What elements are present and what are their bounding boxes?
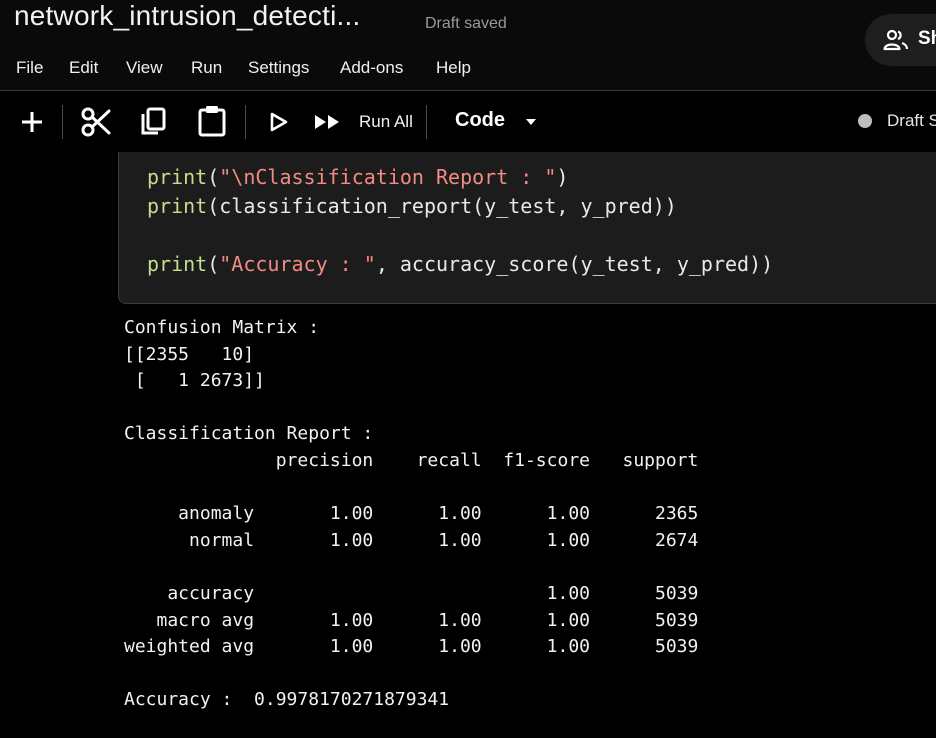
menu-help[interactable]: Help (436, 58, 471, 78)
menu-file[interactable]: File (16, 58, 43, 78)
scissors-icon[interactable] (80, 106, 112, 143)
toolbar-divider (426, 105, 427, 139)
code-line[interactable]: print(classification_report(y_test, y_pr… (147, 194, 677, 218)
notebook-header: network_intrusion_detecti... Draft saved… (0, 0, 936, 90)
menu-add-ons[interactable]: Add-ons (340, 58, 403, 78)
code-string: "Accuracy : " (219, 252, 376, 276)
menu-edit[interactable]: Edit (69, 58, 98, 78)
play-icon[interactable] (268, 111, 290, 138)
menu-view[interactable]: View (126, 58, 163, 78)
copy-icon[interactable] (139, 105, 169, 142)
clipboard-icon[interactable] (196, 104, 228, 143)
people-icon (883, 29, 909, 56)
code-args: ("\nClassification Report : ") (207, 165, 569, 189)
chevron-down-icon[interactable] (526, 119, 536, 125)
code-line[interactable]: print("Accuracy : ", accuracy_score(y_te… (147, 252, 773, 276)
notebook-toolbar: Run All Code Draft S (0, 90, 936, 153)
plus-icon[interactable] (20, 110, 44, 139)
code-string: "\nClassification Report : " (219, 165, 557, 189)
menu-run[interactable]: Run (191, 58, 222, 78)
code-fn: print (147, 194, 208, 218)
code-line[interactable]: print("\nClassification Report : ") (147, 165, 568, 189)
menu-settings[interactable]: Settings (248, 58, 309, 78)
code-fn: print (147, 165, 208, 189)
kernel-status: Draft S (887, 111, 936, 130)
toolbar-divider (62, 105, 63, 139)
share-button[interactable]: Sh (865, 14, 936, 66)
code-fn: print (147, 252, 208, 276)
share-label: Sh (918, 28, 936, 49)
cell-type-dropdown[interactable]: Code (455, 109, 505, 132)
code-args: (classification_report(y_test, y_pred)) (207, 194, 677, 218)
cell-output: Confusion Matrix : [[2355 10] [ 1 2673]]… (124, 317, 699, 711)
run-all-button[interactable]: Run All (359, 112, 413, 132)
notebook-title[interactable]: network_intrusion_detecti... (14, 0, 360, 32)
status-dot-icon (858, 114, 872, 128)
save-status: Draft saved (425, 15, 507, 32)
toolbar-divider (245, 105, 246, 139)
fast-forward-icon[interactable] (313, 113, 343, 136)
